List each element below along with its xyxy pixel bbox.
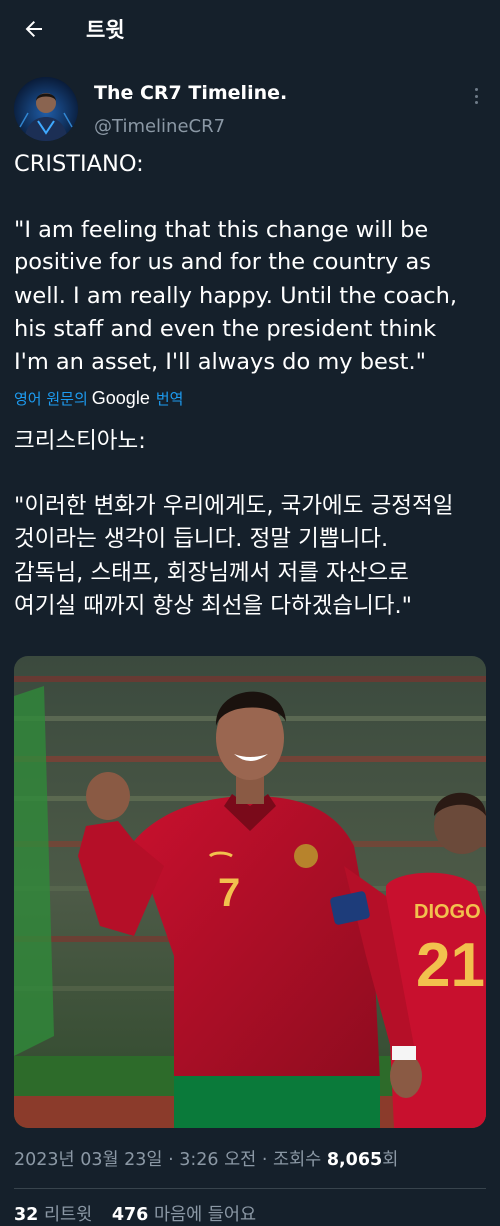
likes-stat[interactable]: 476 마음에 들어요 <box>112 1205 256 1225</box>
back-button[interactable] <box>18 13 50 45</box>
separator: · <box>256 1150 273 1170</box>
tweet-text-en-line: his staff and even the president think <box>14 316 437 342</box>
tweet-text-en-line: positive for us and for the country as <box>14 249 431 275</box>
translate-suffix: 번역 <box>155 390 184 408</box>
translate-prefix: 영어 원문의 <box>14 390 88 408</box>
retweets-stat[interactable]: 32 리트윗 <box>14 1205 92 1225</box>
teammate-name-text: DIOGO J. <box>414 901 486 923</box>
dot <box>474 101 478 104</box>
tweet-text-ko-line: "이러한 변화가 우리에게도, 국가에도 긍정적일 <box>14 493 454 519</box>
tweet-text-en-line: well. I am really happy. Until the coach… <box>14 283 458 309</box>
jersey-number-text: 7 <box>218 871 240 915</box>
top-bar: 트윗 <box>0 0 500 58</box>
separator: · <box>162 1150 180 1170</box>
google-logo-text: Google <box>91 388 150 408</box>
more-options-button[interactable] <box>466 84 486 108</box>
author-display-name[interactable]: The CR7 Timeline. <box>94 82 287 104</box>
tweet-time[interactable]: 3:26 오전 <box>179 1150 256 1170</box>
views-count: 8,065 <box>326 1150 383 1170</box>
dot <box>474 94 478 98</box>
tweet-date[interactable]: 2023년 03월 23일 <box>14 1150 163 1170</box>
arrow-left-icon <box>25 21 42 37</box>
tweet-text-ko-line: 여기실 때까지 항상 최선을 다하겠습니다." <box>14 593 413 619</box>
likes-count: 476 <box>111 1205 149 1225</box>
views-label: 조회수 <box>272 1150 327 1170</box>
avatar[interactable] <box>14 77 78 141</box>
likes-label: 마음에 들어요 <box>153 1205 257 1225</box>
views-suffix: 회 <box>382 1150 399 1170</box>
translate-link[interactable]: 영어 원문의 Google 번역 <box>14 388 183 409</box>
author-handle[interactable]: @TimelineCR7 <box>94 116 225 137</box>
tweet-photo[interactable]: DIOGO J. 21 7 <box>14 656 486 1128</box>
engagement-stats: 32 리트윗 476 마음에 들어요 <box>14 1201 270 1226</box>
divider <box>14 1188 486 1189</box>
tweet-text-ko-line: 크리스티아노: <box>14 428 146 454</box>
tweet-text-ko-line: 것이라는 생각이 듭니다. 정말 기쁩니다. <box>14 526 389 552</box>
retweets-label: 리트윗 <box>43 1205 93 1225</box>
tweet-timestamp: 2023년 03월 23일 · 3:26 오전 · 조회수 8,065회 <box>14 1146 398 1171</box>
dot <box>474 88 478 91</box>
tweet-text-en-line: CRISTIANO: <box>14 151 144 177</box>
tweet-text-ko-line: 감독님, 스태프, 회장님께서 저를 자산으로 <box>14 560 409 586</box>
teammate-number-text: 21 <box>416 931 485 1000</box>
tweet-text-en-line: "I am feeling that this change will be <box>14 217 429 243</box>
tweet-text-en-line: I'm an asset, I'll always do my best." <box>14 349 426 375</box>
retweets-count: 32 <box>14 1205 39 1225</box>
page-title: 트윗 <box>86 18 125 42</box>
